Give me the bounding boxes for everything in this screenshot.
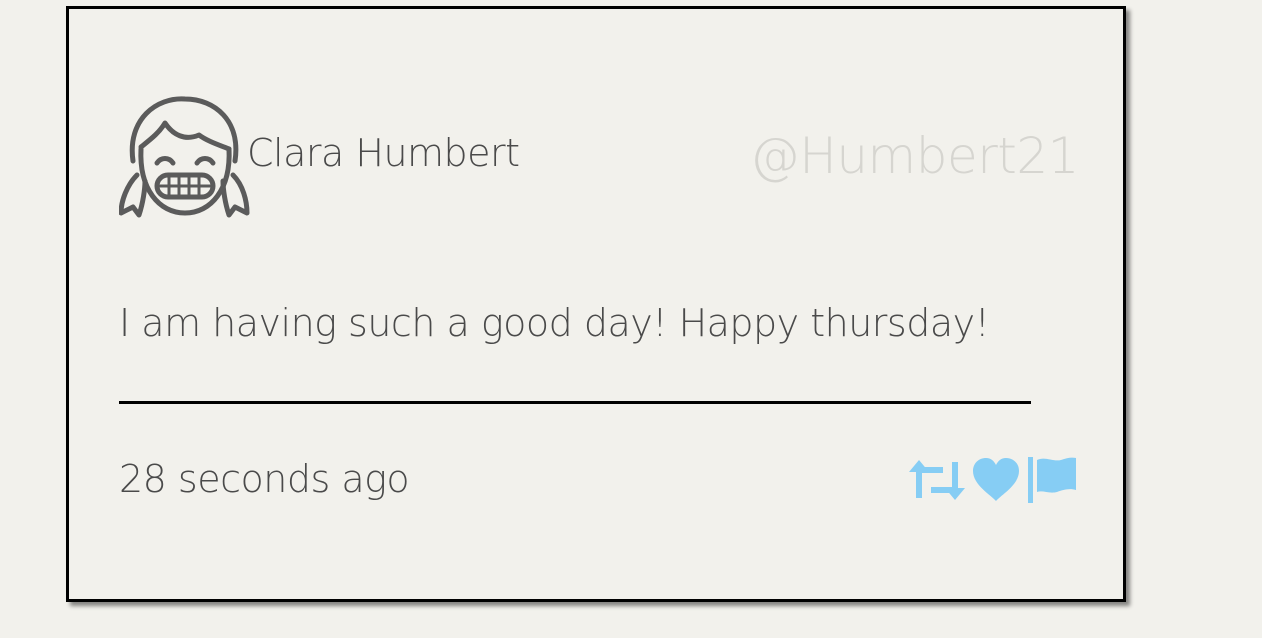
tweet-card: Clara Humbert @Humbert21 I am having suc… [66,6,1126,602]
avatar[interactable] [119,89,251,221]
author-handle[interactable]: @Humbert21 [750,127,1080,185]
tweet-actions [909,455,1077,505]
divider [119,401,1031,404]
tweet-header: Clara Humbert @Humbert21 [119,89,1080,221]
tweet-text: I am having such a good day! Happy thurs… [119,301,990,345]
flag-icon[interactable] [1027,456,1077,504]
heart-icon[interactable] [971,457,1021,503]
retweet-icon[interactable] [909,458,965,502]
author-name[interactable]: Clara Humbert [247,131,520,175]
timestamp: 28 seconds ago [119,457,410,501]
